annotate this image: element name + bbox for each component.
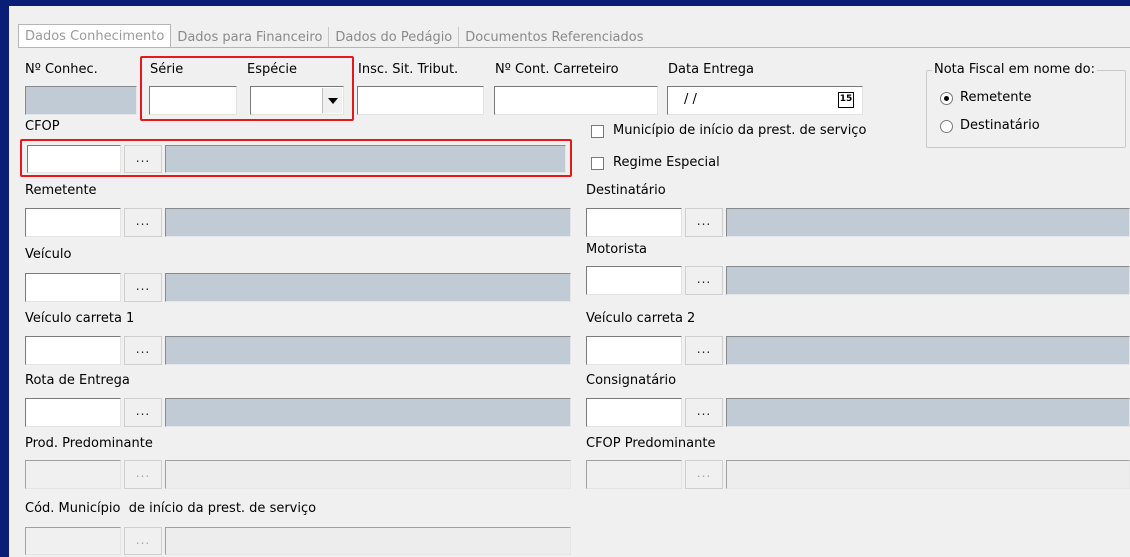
cod-municipio-description	[165, 527, 571, 555]
consignatario-label: Consignatário	[586, 373, 677, 388]
remetente-input[interactable]	[25, 208, 121, 237]
num-cont-carreteiro-label: Nº Cont. Carreteiro	[495, 62, 619, 77]
prod-predominante-label: Prod. Predominante	[25, 436, 153, 451]
nota-fiscal-title: Nota Fiscal em nome do:	[932, 62, 1098, 77]
prod-predominante-input	[25, 460, 121, 489]
nota-fiscal-group	[926, 70, 1126, 148]
consignatario-lookup-button[interactable]: ...	[685, 398, 723, 427]
destinatario-label: Destinatário	[586, 183, 666, 198]
regime-especial-checkbox[interactable]	[591, 157, 604, 170]
veiculo-input[interactable]	[25, 273, 121, 302]
tab-bar: Dados Conhecimento Dados para Financeiro…	[18, 24, 650, 48]
window-left-border	[0, 0, 9, 557]
regime-especial-label[interactable]: Regime Especial	[613, 155, 720, 170]
rota-entrega-lookup-button[interactable]: ...	[124, 398, 162, 427]
tab-dados-pedagio[interactable]: Dados do Pedágio	[329, 27, 460, 48]
rota-entrega-description	[165, 398, 571, 427]
rota-entrega-label: Rota de Entrega	[25, 373, 130, 388]
cfop-predominante-input	[586, 460, 682, 489]
veiculo-description	[165, 273, 571, 302]
num-conhec-field	[25, 86, 137, 115]
tab-dados-financeiro[interactable]: Dados para Financeiro	[171, 27, 330, 48]
radio-remetente[interactable]	[940, 92, 953, 105]
veiculo-carreta-2-label: Veículo carreta 2	[586, 311, 696, 326]
prod-predominante-description	[165, 460, 571, 489]
destinatario-input[interactable]	[586, 208, 682, 237]
tab-underline	[18, 47, 1130, 48]
num-cont-carreteiro-input[interactable]	[494, 86, 658, 115]
radio-destinatario-label[interactable]: Destinatário	[960, 118, 1040, 133]
consignatario-input[interactable]	[586, 398, 682, 427]
veiculo-label: Veículo	[25, 247, 72, 262]
insc-sit-tribut-label: Insc. Sit. Tribut.	[358, 62, 459, 77]
serie-especie-highlight	[140, 56, 354, 121]
veiculo-carreta-1-description	[165, 336, 571, 365]
veiculo-lookup-button[interactable]: ...	[124, 273, 162, 302]
cfop-predominante-lookup-button: ...	[685, 460, 723, 489]
remetente-lookup-button[interactable]: ...	[124, 208, 162, 237]
cod-municipio-label: Cód. Município de início da prest. de se…	[25, 501, 317, 516]
remetente-description	[165, 208, 571, 237]
motorista-input[interactable]	[586, 266, 682, 295]
cfop-highlight	[20, 139, 572, 177]
calendar-icon[interactable]: 15	[838, 92, 854, 108]
veiculo-carreta-2-input[interactable]	[586, 336, 682, 365]
date-value: / /	[684, 92, 697, 107]
num-conhec-label: Nº Conhec.	[25, 62, 98, 77]
veiculo-carreta-2-lookup-button[interactable]: ...	[685, 336, 723, 365]
destinatario-description	[726, 208, 1130, 237]
motorista-label: Motorista	[586, 242, 648, 257]
cfop-label: CFOP	[25, 119, 60, 134]
prod-predominante-lookup-button: ...	[124, 460, 162, 489]
rota-entrega-input[interactable]	[25, 398, 121, 427]
cfop-predominante-description	[726, 460, 1130, 489]
data-entrega-label: Data Entrega	[668, 62, 754, 77]
cfop-predominante-label: CFOP Predominante	[586, 436, 716, 451]
tab-documentos-referenciados[interactable]: Documentos Referenciados	[459, 27, 649, 48]
cod-municipio-lookup-button: ...	[124, 527, 162, 555]
remetente-label: Remetente	[25, 183, 97, 198]
destinatario-lookup-button[interactable]: ...	[685, 208, 723, 237]
veiculo-carreta-1-lookup-button[interactable]: ...	[124, 336, 162, 365]
cod-municipio-input	[25, 527, 121, 555]
motorista-lookup-button[interactable]: ...	[685, 266, 723, 295]
consignatario-description	[726, 398, 1130, 427]
veiculo-carreta-2-description	[726, 336, 1130, 365]
veiculo-carreta-1-input[interactable]	[25, 336, 121, 365]
municipio-inicio-label[interactable]: Município de início da prest. de serviço	[613, 123, 866, 138]
veiculo-carreta-1-label: Veículo carreta 1	[25, 311, 135, 326]
radio-destinatario[interactable]	[940, 120, 953, 133]
municipio-inicio-checkbox[interactable]	[591, 125, 604, 138]
tab-dados-conhecimento[interactable]: Dados Conhecimento	[18, 24, 172, 48]
data-entrega-input[interactable]: / / 15	[667, 86, 863, 115]
motorista-description	[726, 266, 1130, 295]
insc-sit-tribut-input[interactable]	[357, 86, 484, 115]
radio-remetente-label[interactable]: Remetente	[960, 90, 1032, 105]
